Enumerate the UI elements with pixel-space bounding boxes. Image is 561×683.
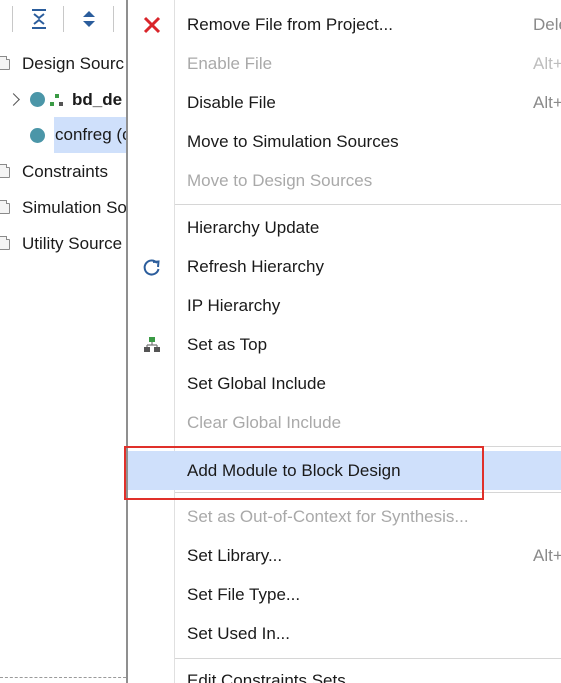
tree-folder-constraints[interactable]: Constraints [0, 158, 126, 186]
status-dot-icon [30, 128, 45, 143]
menu-item-label: Move to Simulation Sources [187, 132, 399, 151]
tree-item-label: Utility Source [22, 234, 123, 253]
collapse-all-icon [32, 9, 46, 29]
menu-item-label: Set as Top [187, 335, 268, 354]
menu-item-enable-file[interactable]: Enable File Alt+ [128, 44, 561, 83]
tree-folder-utility-sources[interactable]: Utility Source [0, 230, 126, 258]
menu-separator [175, 492, 561, 493]
menu-item-label: Hierarchy Update [187, 218, 320, 237]
menu-item-set-file-type[interactable]: Set File Type... [128, 575, 561, 614]
tree-item-label: confreg (c [55, 125, 126, 144]
tree-item-label: Simulation So [22, 198, 126, 217]
menu-separator [175, 658, 561, 659]
folder-icon [0, 164, 10, 178]
menu-item-shortcut: Alt+ [533, 54, 561, 73]
menu-item-label: Set File Type... [187, 585, 301, 604]
block-design-icon [50, 94, 63, 106]
expand-all-icon [83, 11, 95, 27]
collapse-all-button[interactable] [26, 6, 52, 32]
menu-item-shortcut: Dele [533, 15, 561, 34]
toolbar-separator [113, 6, 114, 32]
menu-item-label: Add Module to Block Design [187, 461, 401, 480]
folder-icon [0, 236, 10, 250]
menu-item-set-global-include[interactable]: Set Global Include [128, 364, 561, 403]
menu-item-clear-global-include[interactable]: Clear Global Include [128, 403, 561, 442]
menu-item-move-to-simulation-sources[interactable]: Move to Simulation Sources [128, 122, 561, 161]
menu-separator [175, 446, 561, 447]
menu-item-label: Set Used In... [187, 624, 290, 643]
toolbar-separator [12, 6, 13, 32]
menu-item-refresh-hierarchy[interactable]: Refresh Hierarchy [128, 247, 561, 286]
hierarchy-icon [144, 337, 160, 352]
status-dot-icon [30, 92, 45, 107]
tree-item-label: Constraints [22, 162, 108, 181]
menu-item-disable-file[interactable]: Disable File Alt+ [128, 83, 561, 122]
refresh-icon [143, 259, 160, 276]
menu-item-label: Clear Global Include [187, 413, 342, 432]
menu-item-add-module-to-block-design[interactable]: Add Module to Block Design [128, 451, 561, 490]
menu-item-ip-hierarchy[interactable]: IP Hierarchy [128, 286, 561, 325]
menu-item-label: Refresh Hierarchy [187, 257, 324, 276]
menu-item-label: Edit Constraints Sets [187, 671, 346, 683]
menu-separator [175, 204, 561, 205]
menu-item-label: IP Hierarchy [187, 296, 281, 315]
tree-item-bd-design[interactable]: bd_de [0, 86, 126, 114]
expand-all-button[interactable] [76, 6, 102, 32]
chevron-right-icon[interactable] [7, 93, 20, 106]
menu-item-label: Enable File [187, 54, 273, 73]
menu-item-label: Move to Design Sources [187, 171, 373, 190]
menu-item-label: Set Library... [187, 546, 283, 565]
tree-folder-simulation-sources[interactable]: Simulation So [0, 194, 126, 222]
menu-item-shortcut: Alt+ [533, 93, 561, 112]
vivado-window: Design Sourc bd_de confreg (c Constraint… [0, 0, 561, 683]
menu-item-set-library[interactable]: Set Library... Alt+ [128, 536, 561, 575]
menu-item-hierarchy-update[interactable]: Hierarchy Update [128, 208, 561, 247]
sources-toolbar [0, 0, 126, 38]
menu-item-label: Set as Out-of-Context for Synthesis... [187, 507, 469, 526]
menu-item-label: Set Global Include [187, 374, 326, 393]
context-menu: Remove File from Project... Dele Enable … [128, 0, 561, 683]
menu-item-set-as-top[interactable]: Set as Top [128, 325, 561, 364]
menu-item-edit-constraints-sets[interactable]: Edit Constraints Sets [128, 661, 561, 683]
menu-item-label: Remove File from Project... [187, 15, 393, 34]
menu-item-label: Disable File [187, 93, 276, 112]
panel-divider [0, 677, 126, 678]
menu-item-remove-file[interactable]: Remove File from Project... Dele [128, 5, 561, 44]
menu-item-set-out-of-context[interactable]: Set as Out-of-Context for Synthesis... [128, 497, 561, 536]
menu-item-move-to-design-sources[interactable]: Move to Design Sources [128, 161, 561, 200]
folder-icon [0, 56, 10, 70]
folder-icon [0, 200, 10, 214]
tree-folder-design-sources[interactable]: Design Sourc [0, 50, 126, 78]
sources-panel: Design Sourc bd_de confreg (c Constraint… [0, 0, 126, 683]
tree-item-confreg[interactable]: confreg (c [0, 121, 126, 149]
menu-item-shortcut: Alt+ [533, 546, 561, 565]
menu-item-set-used-in[interactable]: Set Used In... [128, 614, 561, 653]
tree-item-label: bd_de [72, 90, 123, 109]
close-icon [143, 16, 161, 34]
tree-item-label: Design Sourc [22, 54, 125, 73]
toolbar-separator [63, 6, 64, 32]
